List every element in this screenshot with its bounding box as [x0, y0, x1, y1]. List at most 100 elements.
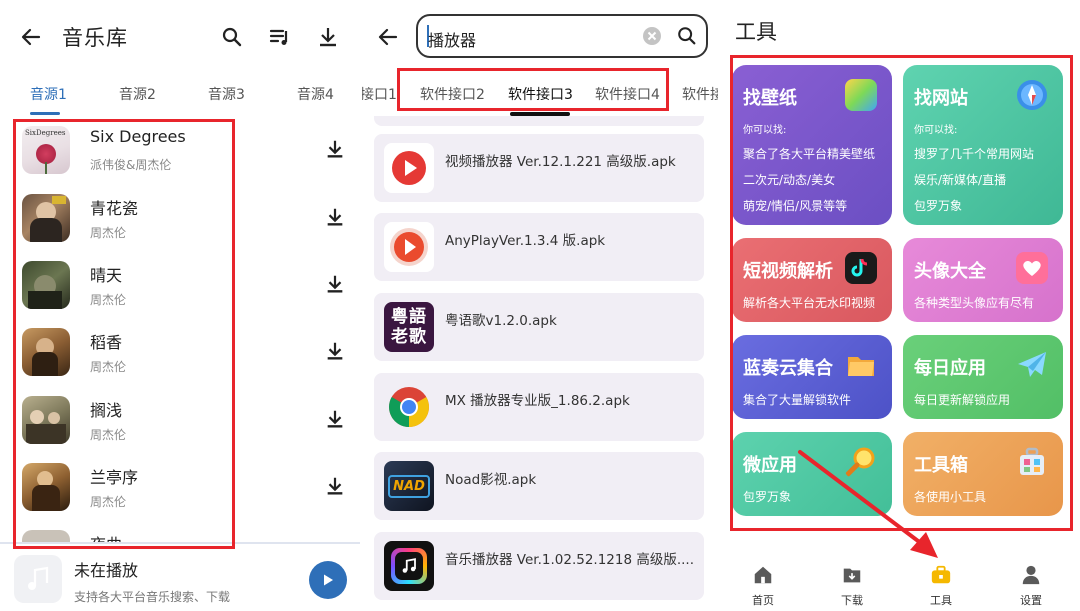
back-arrow-icon[interactable] [376, 25, 400, 49]
song-title: Six Degrees [90, 127, 186, 146]
card-avatars[interactable]: 头像大全 各种类型头像应有尽有 [903, 238, 1063, 322]
card-desc: 聚合了各大平台精美壁纸 [743, 147, 876, 161]
list-item[interactable]: NAD Noad影视.apk [374, 452, 704, 520]
card-title: 短视频解析 [743, 261, 833, 282]
file-name: MX 播放器专业版_1.86.2.apk [445, 393, 630, 409]
album-cover [22, 396, 70, 444]
card-wallpaper[interactable]: 找壁纸 你可以找: 聚合了各大平台精美壁纸 二次元/动态/美女 萌宠/情侣/风景… [732, 65, 892, 225]
card-lanzou[interactable]: 蓝奏云集合 集合了大量解锁软件 [732, 335, 892, 419]
song-row[interactable]: SixDegrees Six Degrees 派伟俊&周杰伦 [14, 126, 354, 192]
tab-software-interface-3[interactable]: 软件接口3 [508, 84, 573, 104]
file-name: 粤语歌v1.2.0.apk [445, 313, 557, 329]
song-row[interactable]: 稻香 周杰伦 [14, 328, 354, 394]
card-short-video[interactable]: 短视频解析 解析各大平台无水印视频 [732, 238, 892, 322]
nav-label: 工具 [930, 594, 952, 607]
song-artist: 周杰伦 [90, 293, 127, 307]
download-icon[interactable] [324, 340, 346, 362]
music-player-app-icon [384, 541, 434, 591]
now-playing-cover[interactable] [14, 555, 62, 603]
song-artist: 周杰伦 [90, 226, 127, 240]
nav-item-home[interactable]: 首页 [733, 564, 793, 608]
home-icon [754, 566, 772, 584]
folder-icon [848, 357, 874, 376]
music-library-screen: 音乐库 音源1 音源2 音源3 音源4 SixDegrees Six Degre… [0, 0, 360, 611]
card-desc: 集合了大量解锁软件 [743, 393, 852, 407]
video-player-app-icon [384, 143, 434, 193]
list-item[interactable]: 音乐播放器 Ver.1.02.52.1218 高级版.... [374, 532, 704, 600]
wallpaper-icon [845, 79, 877, 111]
download-icon[interactable] [324, 273, 346, 295]
song-title: 稻香 [90, 333, 123, 352]
annotation-arrow [798, 450, 938, 558]
card-title: 找壁纸 [743, 88, 797, 109]
card-daily-apps[interactable]: 每日应用 每日更新解锁应用 [903, 335, 1063, 419]
playlist-icon[interactable] [268, 25, 292, 49]
search-icon[interactable] [676, 25, 698, 47]
card-desc: 二次元/动态/美女 [743, 173, 836, 187]
cantonese-songs-app-icon: 粤語老歌 [384, 302, 434, 352]
tiktok-icon [845, 252, 877, 284]
heart-photo-icon [1016, 252, 1048, 284]
tab-source-1[interactable]: 音源1 [30, 84, 67, 104]
album-cover: SixDegrees [22, 126, 70, 174]
song-row[interactable]: 夜曲 [14, 530, 354, 542]
now-playing-subtitle: 支持各大平台音乐搜索、下载 [74, 590, 231, 604]
download-icon[interactable] [316, 25, 340, 49]
paper-plane-icon [1018, 352, 1046, 377]
tab-interface-1[interactable]: 接口1 [362, 84, 397, 104]
noad-app-icon: NAD [384, 461, 434, 511]
card-title: 头像大全 [914, 261, 986, 282]
file-name: Noad影视.apk [445, 472, 537, 488]
card-websites[interactable]: 找网站 你可以找: 搜罗了几千个常用网站 娱乐/新媒体/直播 包罗万象 [903, 65, 1063, 225]
card-desc: 萌宠/情侣/风景等等 [743, 199, 848, 213]
tab-source-4[interactable]: 音源4 [297, 84, 334, 104]
tab-source-3[interactable]: 音源3 [208, 84, 245, 104]
tab-source-2[interactable]: 音源2 [119, 84, 156, 104]
album-cover [22, 530, 70, 542]
song-title: 夜曲 [90, 531, 122, 542]
card-desc: 解析各大平台无水印视频 [743, 296, 876, 310]
play-icon [324, 574, 333, 586]
list-item[interactable]: MX 播放器专业版_1.86.2.apk [374, 373, 704, 441]
nav-label: 下载 [841, 594, 863, 607]
person-icon [1022, 565, 1040, 585]
album-cover [22, 463, 70, 511]
search-results-screen: 播放器 接口1 软件接口2 软件接口3 软件接口4 软件接 视频播放器 Ver.… [362, 0, 718, 611]
album-cover [22, 194, 70, 242]
album-cover [22, 261, 70, 309]
player-divider [0, 542, 360, 544]
card-desc: 包罗万象 [914, 199, 963, 213]
song-artist: 派伟俊&周杰伦 [90, 158, 172, 172]
search-icon[interactable] [220, 25, 244, 49]
list-item[interactable]: AnyPlayVer.1.3.4 版.apk [374, 213, 704, 281]
play-button[interactable] [309, 561, 347, 599]
song-row[interactable]: 晴天 周杰伦 [14, 261, 354, 327]
song-title: 兰亭序 [90, 468, 139, 487]
toolbox-icon [1020, 447, 1044, 475]
tab-software-interface-5[interactable]: 软件接 [682, 84, 718, 104]
song-row[interactable]: 搁浅 周杰伦 [14, 396, 354, 462]
song-artist: 周杰伦 [90, 360, 127, 374]
list-item[interactable]: 视频播放器 Ver.12.1.221 高级版.apk [374, 134, 704, 202]
download-icon[interactable] [324, 206, 346, 228]
download-icon[interactable] [324, 408, 346, 430]
clear-icon[interactable] [642, 26, 662, 46]
list-item-partial [374, 116, 704, 126]
song-row[interactable]: 青花瓷 周杰伦 [14, 194, 354, 260]
card-title: 蓝奏云集合 [743, 358, 833, 379]
list-item[interactable]: 粤語老歌 粤语歌v1.2.0.apk [374, 293, 704, 361]
nav-item-settings[interactable]: 设置 [1001, 564, 1061, 608]
download-icon[interactable] [324, 138, 346, 160]
music-note-icon [28, 566, 49, 590]
search-input[interactable]: 播放器 [416, 14, 708, 58]
card-desc: 娱乐/新媒体/直播 [914, 173, 1007, 187]
back-arrow-icon[interactable] [19, 25, 43, 49]
file-name: 音乐播放器 Ver.1.02.52.1218 高级版.... [445, 552, 695, 568]
tab-software-interface-4[interactable]: 软件接口4 [595, 84, 660, 104]
tab-software-interface-2[interactable]: 软件接口2 [420, 84, 485, 104]
card-title: 每日应用 [914, 358, 986, 379]
album-cover [22, 328, 70, 376]
song-row[interactable]: 兰亭序 周杰伦 [14, 463, 354, 529]
download-icon[interactable] [324, 475, 346, 497]
file-name: 视频播放器 Ver.12.1.221 高级版.apk [445, 154, 676, 170]
